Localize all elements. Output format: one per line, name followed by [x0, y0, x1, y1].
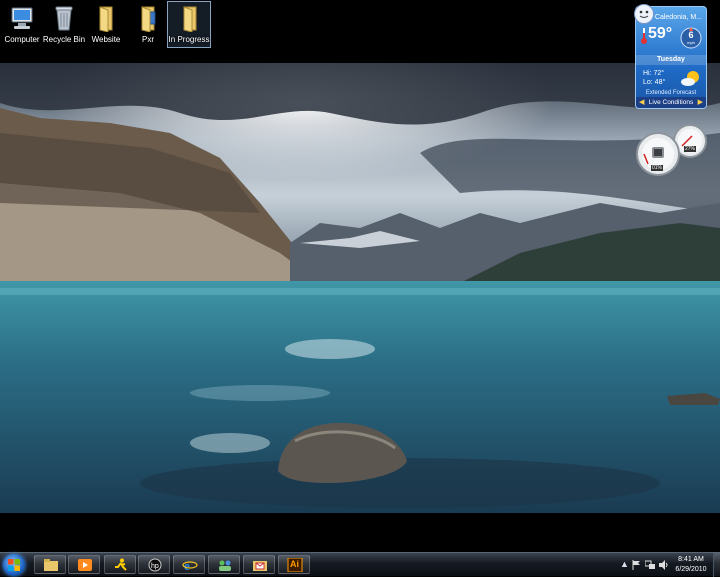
windows-logo-icon: [8, 559, 20, 571]
hp-logo-icon: hp: [148, 558, 162, 572]
desktop-icon-label: In Progress: [168, 35, 210, 44]
people-icon: [219, 560, 231, 571]
weather-city: Caledonia, M...: [654, 14, 702, 21]
weather-hi: Hi: 72°: [643, 70, 665, 77]
cpu-meter-gadget[interactable]: 01% 27%: [636, 124, 708, 176]
cpu-meter-dials: [636, 124, 707, 176]
weather-lo: Lo: 48°: [643, 79, 666, 86]
taskbar-illustrator-button[interactable]: Ai: [278, 555, 310, 574]
show-desktop-button[interactable]: [713, 553, 720, 577]
media-player-icon: [78, 559, 92, 571]
clock-date: 6/29/2010: [675, 566, 707, 573]
recycle-bin-icon: [55, 6, 73, 31]
computer-icon: [11, 7, 33, 29]
partly-sunny-icon: [681, 71, 699, 86]
live-conditions-label: Live Conditions: [648, 99, 694, 106]
folder-icon: [183, 6, 197, 32]
memory-percent: 27%: [684, 146, 697, 152]
volume-icon[interactable]: [659, 560, 669, 570]
weather-temperature: 59°: [648, 25, 673, 42]
prev-arrow-icon[interactable]: ◀: [639, 97, 644, 108]
taskbar-mail-folder-button[interactable]: [243, 555, 275, 574]
cpu-percent: 01%: [651, 165, 664, 171]
folder-icon: [44, 559, 58, 571]
desktop-wallpaper: [0, 63, 720, 513]
flag-icon[interactable]: [632, 560, 641, 570]
envelope-folder-icon: [253, 561, 267, 571]
weather-hi-lo: Hi: 72° Lo: 48°: [643, 69, 665, 87]
taskbar-ie-button[interactable]: e: [173, 555, 205, 574]
taskbar-hp-button[interactable]: hp: [138, 555, 170, 574]
start-button[interactable]: [3, 554, 25, 576]
svg-text:hp: hp: [151, 563, 159, 570]
desktop-icon-in-progress[interactable]: In Progress: [167, 1, 211, 48]
clock-time: 8:41 AM: [678, 556, 704, 563]
weather-gadget-handle-icon[interactable]: [634, 4, 654, 24]
ie-icon: e: [182, 558, 198, 572]
taskbar-explorer-button[interactable]: [34, 555, 66, 574]
svg-text:e: e: [184, 558, 190, 572]
taskbar-clock[interactable]: 8:41 AM 6/29/2010: [670, 555, 712, 575]
network-icon[interactable]: [645, 560, 655, 570]
extended-forecast-link[interactable]: Extended Forecast: [636, 90, 706, 96]
wind-unit: mph: [687, 40, 695, 45]
folder-icon: [141, 6, 156, 32]
weather-day: Tuesday: [636, 55, 706, 65]
taskbar-media-player-button[interactable]: [68, 555, 100, 574]
taskbar: hp e Ai ▲ 8:41 AM 6/29/2010: [0, 552, 720, 577]
live-conditions-bar[interactable]: ◀ Live Conditions ▶: [636, 97, 706, 108]
thermometer-icon: [641, 28, 647, 44]
show-hidden-icon[interactable]: ▲: [620, 559, 629, 569]
aim-running-man-icon: [115, 558, 127, 571]
illustrator-label: Ai: [290, 559, 299, 569]
taskbar-messenger-button[interactable]: [104, 555, 136, 574]
next-arrow-icon[interactable]: ▶: [698, 97, 703, 108]
folder-icon: [99, 6, 113, 32]
taskbar-contacts-button[interactable]: [208, 555, 240, 574]
wind-speed: 6: [688, 30, 694, 40]
